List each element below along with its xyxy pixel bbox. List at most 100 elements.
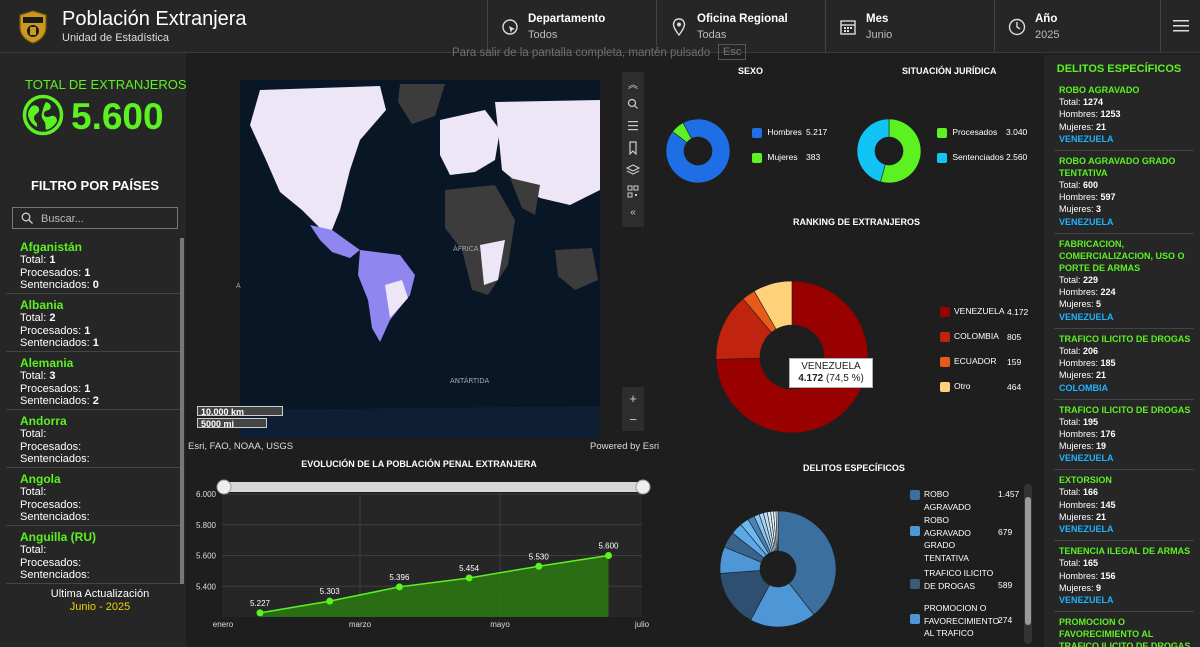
legend-swatch [940, 306, 950, 317]
africa-shape [445, 185, 515, 295]
data-point[interactable] [605, 552, 612, 559]
label-total: Total: [1059, 179, 1081, 190]
delito-mujeres: Mujeres: 21 [1059, 121, 1194, 133]
legend-label: Hombres [767, 127, 802, 137]
delito-item[interactable]: TENENCIA ILEGAL DE ARMAS Total: 165 Hombre… [1054, 541, 1194, 613]
qr-code-icon[interactable] [625, 185, 641, 199]
tooltip-value: 4.172 [798, 373, 824, 384]
legend-value: 1.457 [998, 489, 1020, 499]
value-sentenciados: 2 [92, 395, 99, 407]
delito-mujeres: Mujeres: 5 [1059, 298, 1194, 310]
delito-name: TRAFICO ILICITO DE DROGAS [1059, 404, 1191, 415]
ranking-tooltip: VENEZUELA 4.172 (74,5 %) [789, 358, 873, 388]
country-item[interactable]: Andorra Total: Procesados: Sentenciados: [6, 410, 181, 468]
delito-item[interactable]: ROBO AGRAVADO Total: 1274 Hombres: 1253 Muj… [1054, 80, 1194, 151]
range-slider-handle-start[interactable] [216, 479, 232, 495]
country-item[interactable]: Afganistán Total: 1 Procesados: 1 Sentencia… [6, 236, 181, 294]
data-point[interactable] [465, 574, 473, 582]
delito-mujeres: Mujeres: 21 [1059, 369, 1194, 381]
value-mujeres: 3 [1096, 204, 1102, 215]
range-slider-handle-end[interactable] [635, 479, 651, 495]
country-filter-title: FILTRO POR PAÍSES [30, 178, 160, 193]
legend-swatch [910, 526, 920, 536]
world-map[interactable]: ÁFRICA ANTÁRTIDA [240, 80, 600, 438]
antarctica-shape [240, 406, 600, 438]
scale-bar-mi: 5000 mi [197, 418, 267, 429]
delito-name: FABRICACION, COMERCIALIZACION, USO O POR… [1059, 238, 1185, 273]
value-total: 600 [1083, 179, 1099, 190]
sexo-donut-chart [665, 118, 731, 184]
data-point[interactable] [395, 583, 403, 591]
legend-item-hombres: Hombres [752, 127, 802, 138]
delito-country: VENEZUELA [1059, 133, 1114, 144]
delito-item[interactable]: TRAFICO ILICITO DE DROGAS Total: 206 Hombr… [1054, 329, 1194, 400]
country-item[interactable]: Anguilla (RU) Total: Procesados: Sentenci… [6, 526, 181, 584]
delito-name: ROBO AGRAVADO GRADO TENTATIVA [1059, 155, 1176, 178]
label-procesados: Procesados: [20, 266, 82, 279]
evolution-chart-title: EVOLUCIÓN DE LA POBLACIÓN PENAL EXTRANJE… [301, 459, 537, 469]
country-sentenciados: Sentenciados: 2 [20, 395, 181, 408]
value-sentenciados: 0 [92, 279, 99, 291]
legend-value: 679 [998, 527, 1013, 537]
label-hombres: Hombres: [1059, 192, 1099, 203]
range-slider-track[interactable] [223, 482, 644, 492]
x-tick-label: julio [634, 620, 650, 629]
legend-label: ECUADOR [954, 356, 997, 366]
delitos-legend-scroll-thumb[interactable] [1025, 497, 1031, 625]
zoom-in-button[interactable]: + [625, 391, 641, 406]
app-title: Población Extranjera [62, 8, 247, 30]
delito-item[interactable]: ROBO AGRAVADO GRADO TENTATIVA Total: 600 H… [1054, 151, 1194, 234]
y-tick-label: 6.000 [196, 490, 217, 499]
data-point[interactable] [256, 609, 264, 617]
juridica-title: SITUACIÓN JURÍDICA [902, 66, 997, 76]
menu-button[interactable] [1160, 0, 1200, 52]
ranking-legend-item: ECUADOR 159 [940, 356, 1040, 370]
y-tick-label: 5.800 [196, 521, 217, 530]
zoom-out-button[interactable]: − [625, 412, 641, 427]
map-attribution: Esri, FAO, NOAA, USGS [188, 441, 294, 452]
collapse-up-icon[interactable]: ︽ [625, 76, 641, 91]
search-icon[interactable] [625, 97, 641, 111]
delito-item[interactable]: EXTORSION Total: 166 Hombres: 145 Mujeres: … [1054, 470, 1194, 542]
legend-swatch [910, 579, 920, 589]
cursor-click-icon [502, 19, 518, 35]
value-total: 3 [49, 370, 56, 382]
legend-label: PROMOCION O FAVORECIMIENTO AL TRAFICO [924, 603, 1000, 638]
delitos-legend-item: ROBO AGRAVADO GRADO TENTATIVA 679 [910, 514, 1022, 564]
label-total: Total: [1059, 345, 1081, 356]
layers-icon[interactable] [625, 163, 641, 177]
delito-item[interactable]: PROMOCION O FAVORECIMIENTO AL TRAFICO IL… [1054, 612, 1194, 647]
country-item[interactable]: Albania Total: 2 Procesados: 1 Sentenciados… [6, 294, 181, 352]
collapse-left-icon[interactable]: « [625, 207, 641, 221]
country-item[interactable]: Angola Total: Procesados: Sentenciados: [6, 468, 181, 526]
label-sentenciados: Sentenciados: [20, 337, 90, 349]
delitos-legend-item: TRAFICO ILICITO DE DROGAS 589 [910, 567, 1022, 592]
search-input[interactable] [39, 210, 173, 228]
map-canvas: ÁFRICA ANTÁRTIDA [240, 84, 600, 438]
country-total: Total: 2 [20, 312, 181, 325]
filter-ano[interactable]: Año 2025 [994, 0, 1161, 52]
filter-label: Año [1035, 13, 1058, 25]
country-list-scrollbar[interactable] [180, 238, 184, 584]
country-item[interactable]: Alemania Total: 3 Procesados: 1 Sentenciado… [6, 352, 181, 410]
legend-swatch [940, 331, 950, 342]
delito-total: Total: 229 [1059, 274, 1194, 286]
label-total: Total: [20, 486, 47, 498]
filter-label: Departamento [528, 13, 606, 25]
country-search[interactable] [12, 207, 178, 229]
country-total: Total: 3 [20, 370, 181, 383]
delito-item[interactable]: TRAFICO ILICITO DE DROGAS Total: 195 Hombr… [1054, 400, 1194, 471]
data-point[interactable] [326, 597, 334, 605]
filter-mes[interactable]: Mes Junio [825, 0, 995, 52]
delitos-list: ROBO AGRAVADO Total: 1274 Hombres: 1253 Muj… [1054, 80, 1194, 647]
bookmark-icon[interactable] [625, 141, 641, 155]
total-value: 5.600 [71, 96, 164, 137]
delito-total: Total: 165 [1059, 557, 1194, 569]
delito-item[interactable]: FABRICACION, COMERCIALIZACION, USO O POR… [1054, 234, 1194, 329]
country-list: Afganistán Total: 1 Procesados: 1 Sentencia… [6, 236, 181, 584]
delito-name: TRAFICO ILICITO DE DROGAS [1059, 333, 1191, 344]
list-icon[interactable] [625, 119, 641, 133]
filter-label: Oficina Regional [697, 13, 788, 25]
data-point[interactable] [535, 562, 543, 570]
filter-departamento[interactable]: Departamento Todos [487, 0, 657, 52]
